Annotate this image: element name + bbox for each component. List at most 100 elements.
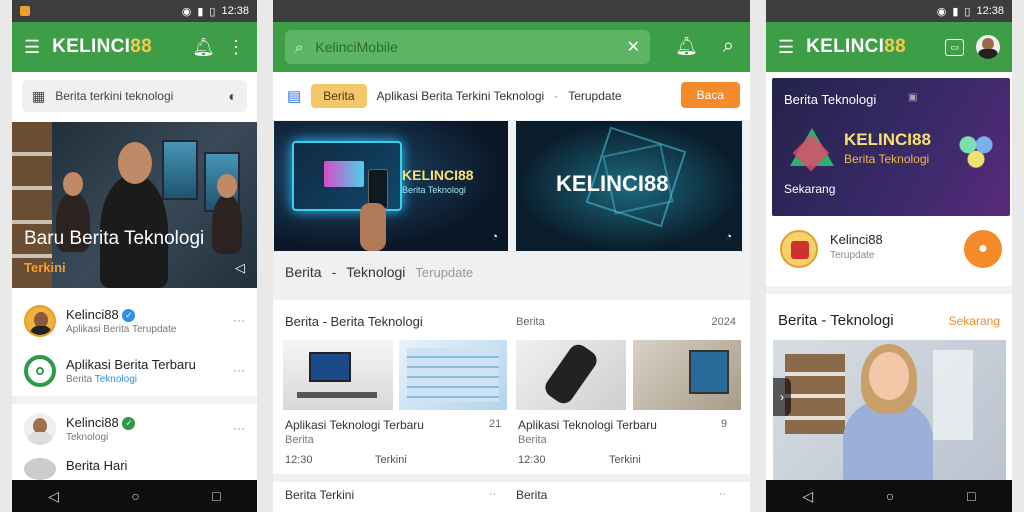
list-item-tag[interactable]: Teknologi bbox=[95, 374, 137, 385]
hero-title: Baru Berita Teknologi bbox=[24, 228, 205, 249]
list-item[interactable]: Kelinci88 ✓ Teknologi ··· bbox=[12, 404, 257, 454]
promo-button[interactable]: Sekarang bbox=[784, 182, 835, 196]
wifi-icon: ◉ bbox=[936, 5, 947, 18]
more-icon[interactable]: ··· bbox=[233, 363, 245, 377]
list-item-text: Aplikasi Berita Terbaru Berita Teknologi bbox=[66, 357, 196, 385]
list-item-text: Kelinci88 ✓ Teknologi bbox=[66, 415, 136, 444]
more-icon[interactable]: ··· bbox=[233, 313, 245, 327]
list-item[interactable]: Berita Hari bbox=[12, 454, 257, 480]
app-subtitle: Terupdate bbox=[830, 250, 875, 261]
menu-icon[interactable]: ☰ bbox=[24, 38, 40, 56]
list-item-subtitle: Berita bbox=[66, 374, 93, 385]
home-icon[interactable]: ○ bbox=[886, 488, 894, 504]
section-tag: Berita bbox=[516, 316, 545, 328]
filter-bar: ▤ Berita Aplikasi Berita Terkini Teknolo… bbox=[273, 72, 750, 120]
menu-icon[interactable]: ☰ bbox=[778, 38, 794, 56]
app-logo-icon bbox=[24, 355, 56, 387]
signal-icon: ▮ bbox=[197, 5, 204, 18]
thumbnail-image[interactable] bbox=[516, 340, 626, 410]
avatar[interactable] bbox=[976, 35, 1000, 59]
more-icon[interactable]: ·· bbox=[719, 488, 726, 500]
more-icon[interactable]: ··· bbox=[233, 421, 245, 435]
feature-card[interactable]: KELINCI88 ◔ bbox=[516, 121, 742, 251]
chat-button[interactable]: ● bbox=[964, 230, 1002, 268]
notification-icon bbox=[20, 6, 30, 16]
back-icon[interactable]: ◁ bbox=[48, 488, 59, 505]
separator: - bbox=[331, 264, 337, 280]
brand-logo: KELINCI88 bbox=[52, 36, 152, 57]
caption-category: Berita bbox=[285, 264, 322, 280]
search-input[interactable]: ⌕ KelinciMobile ✕ bbox=[285, 30, 650, 64]
article-count: 21 bbox=[489, 418, 502, 430]
monitor-image bbox=[162, 140, 198, 200]
thumbnail-image[interactable] bbox=[399, 340, 507, 410]
tablet-screen: ⌕ KelinciMobile ✕ 🔔︎ ⌕ ▤ Berita Aplikasi… bbox=[273, 0, 750, 512]
status-bar bbox=[273, 0, 750, 22]
separator: - bbox=[554, 89, 559, 103]
divider bbox=[766, 286, 1012, 294]
list-item[interactable]: Kelinci88 ✓ Aplikasi Berita Terupdate ··… bbox=[12, 296, 257, 346]
hand-image bbox=[360, 203, 386, 251]
news-section-footer: Berita Terkini ·· Berita ·· bbox=[273, 482, 750, 512]
thumbnail-image[interactable] bbox=[633, 340, 741, 410]
avatar bbox=[24, 458, 56, 480]
search-icon[interactable]: ⌕ bbox=[723, 36, 734, 56]
more-icon[interactable]: ⋮ bbox=[227, 38, 245, 56]
list-item-text: Kelinci88 ✓ Aplikasi Berita Terupdate bbox=[66, 307, 176, 335]
article-title[interactable]: Aplikasi Teknologi Terbaru bbox=[285, 418, 424, 432]
hero-banner[interactable]: Baru Berita Teknologi Terkini ◁ bbox=[12, 122, 257, 288]
promo-tag: Berita Teknologi bbox=[784, 92, 877, 107]
recents-icon[interactable]: □ bbox=[967, 488, 975, 504]
bell-icon[interactable]: 🔔︎ bbox=[675, 37, 698, 55]
search-input[interactable]: ▦ Berita terkini teknologi ◐ bbox=[22, 80, 247, 112]
app-row[interactable]: Kelinci88 Terupdate ● bbox=[766, 226, 1012, 276]
person-face bbox=[63, 172, 83, 196]
mic-icon[interactable]: ◐ bbox=[229, 88, 237, 104]
promo-subtitle: Berita Teknologi bbox=[844, 152, 930, 166]
caption-row: Berita - Teknologi Terupdate bbox=[273, 252, 750, 292]
bell-icon[interactable]: 🔔︎ bbox=[192, 38, 215, 56]
cast-icon[interactable]: ▭ bbox=[945, 38, 964, 56]
card-subtitle: Berita Teknologi bbox=[402, 185, 466, 195]
news-section: Berita - Berita Teknologi Berita 2024 Ap… bbox=[273, 300, 750, 474]
list-item-title: Berita Hari bbox=[66, 458, 128, 473]
share-icon[interactable]: ◁ bbox=[235, 260, 245, 276]
feature-card[interactable]: KELINCI88 Berita Teknologi ◔ bbox=[274, 121, 508, 251]
article-title[interactable]: Aplikasi Teknologi Terbaru bbox=[518, 418, 657, 432]
info-icon[interactable]: ▣ bbox=[908, 92, 917, 103]
chevron-right-icon[interactable]: › bbox=[773, 378, 791, 416]
app-bar: ☰ KELINCI88 ▭ bbox=[766, 22, 1012, 72]
recents-icon[interactable]: □ bbox=[212, 488, 220, 504]
caption-topic: Teknologi bbox=[346, 264, 406, 280]
list-item[interactable]: Aplikasi Berita Terbaru Berita Teknologi… bbox=[12, 346, 257, 396]
video-thumbnail[interactable]: › bbox=[773, 340, 1006, 480]
status-bar: ◉ ▮ ▯ 12:38 bbox=[12, 0, 257, 22]
search-icon: ⌕ bbox=[295, 38, 304, 56]
status-time: 12:38 bbox=[976, 5, 1004, 17]
read-button[interactable]: Baca bbox=[680, 82, 740, 108]
article-time: 12:30 bbox=[518, 454, 546, 466]
thumbnail-image[interactable] bbox=[283, 340, 393, 410]
section-title: Berita - Berita Teknologi bbox=[285, 314, 423, 329]
clear-icon[interactable]: ✕ bbox=[627, 37, 640, 57]
list-item-subtitle: Aplikasi Berita Terupdate bbox=[66, 324, 177, 336]
home-icon[interactable]: ○ bbox=[131, 488, 139, 504]
system-nav-bar: ◁ ○ □ bbox=[766, 480, 1012, 512]
grid-icon[interactable]: ▤ bbox=[287, 87, 301, 105]
list-item-subtitle: Teknologi bbox=[66, 432, 109, 444]
back-icon[interactable]: ◁ bbox=[802, 488, 813, 505]
chip-description: Aplikasi Berita Terkini Teknologi bbox=[376, 89, 545, 103]
category-chip[interactable]: Berita bbox=[311, 84, 367, 108]
person-image bbox=[212, 194, 242, 254]
section-count: 2024 bbox=[711, 316, 736, 328]
signal-icon: ▮ bbox=[952, 5, 959, 18]
window-image bbox=[933, 350, 973, 440]
promo-banner[interactable]: Berita Teknologi ▣ KELINCI88 Berita Tekn… bbox=[772, 78, 1010, 216]
expand-icon[interactable]: ◔ bbox=[725, 231, 732, 243]
more-icon[interactable]: ·· bbox=[489, 488, 496, 500]
expand-icon[interactable]: ◔ bbox=[491, 231, 498, 243]
section-link[interactable]: Sekarang bbox=[949, 314, 1000, 328]
divider bbox=[12, 396, 257, 404]
section-title: Berita bbox=[516, 488, 548, 502]
list-item-title: Kelinci88 bbox=[66, 306, 119, 322]
